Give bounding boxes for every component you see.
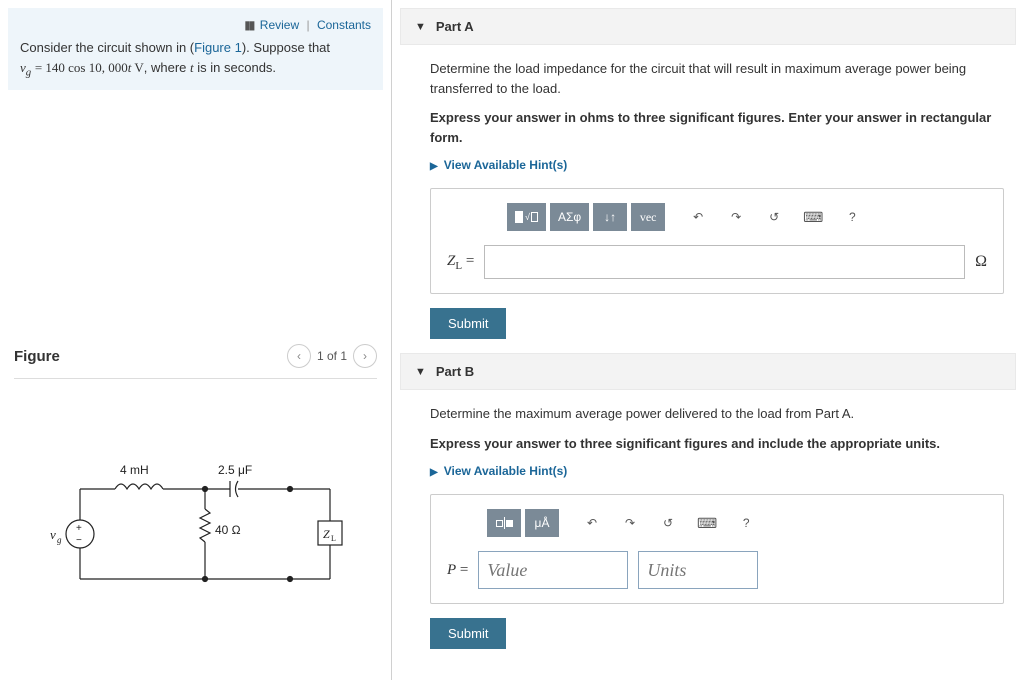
part-a-answer-area: √ ΑΣφ ↓↑ vec ↶ ↷ ↺ ⌨ ? ZL = (430, 188, 1004, 294)
sub-super-button[interactable]: ↓↑ (593, 203, 627, 231)
part-a-hints-toggle[interactable]: View Available Hint(s) (430, 158, 567, 172)
redo-button[interactable]: ↷ (613, 509, 647, 537)
circuit-diagram: + − (14, 449, 377, 602)
part-b-question: Determine the maximum average power deli… (430, 404, 1004, 424)
undo-button[interactable]: ↶ (681, 203, 715, 231)
part-a-submit-button[interactable]: Submit (430, 308, 506, 339)
vector-button[interactable]: vec (631, 203, 665, 231)
undo-button[interactable]: ↶ (575, 509, 609, 537)
reset-button[interactable]: ↺ (651, 509, 685, 537)
part-b-units-input[interactable] (638, 551, 758, 589)
svg-text:+: + (76, 523, 82, 534)
template-picker-button[interactable] (487, 509, 521, 537)
svg-text:40 Ω: 40 Ω (215, 523, 241, 537)
part-b-submit-button[interactable]: Submit (430, 618, 506, 649)
figure-pager: ‹ 1 of 1 › (287, 344, 377, 368)
part-b-hints-toggle[interactable]: View Available Hint(s) (430, 464, 567, 478)
part-a-header[interactable]: ▼ Part A (400, 8, 1016, 45)
caret-down-icon: ▼ (415, 366, 426, 378)
part-b-value-input[interactable] (478, 551, 628, 589)
part-b-lhs: P = (447, 562, 468, 579)
units-button[interactable]: μÅ (525, 509, 559, 537)
review-link[interactable]: Review (260, 18, 299, 32)
figure-1-link[interactable]: Figure 1 (194, 40, 242, 55)
part-a-lhs: ZL = (447, 253, 474, 272)
help-button[interactable]: ? (835, 203, 869, 231)
part-b-header[interactable]: ▼ Part B (400, 353, 1016, 390)
svg-text:Z: Z (323, 527, 330, 541)
svg-text:−: − (76, 535, 82, 546)
figure-next-button[interactable]: › (353, 344, 377, 368)
figure-prev-button[interactable]: ‹ (287, 344, 311, 368)
part-b-instruction: Express your answer to three significant… (430, 434, 1004, 454)
part-a-instruction: Express your answer in ohms to three sig… (430, 108, 1004, 147)
part-a-answer-input[interactable] (484, 245, 965, 279)
reset-button[interactable]: ↺ (757, 203, 791, 231)
svg-text:4 mH: 4 mH (120, 463, 149, 477)
keyboard-button[interactable]: ⌨ (689, 509, 725, 537)
svg-text:v: v (50, 527, 56, 542)
problem-statement: Consider the circuit shown in (Figure 1)… (20, 38, 371, 80)
figure-pager-text: 1 of 1 (317, 349, 347, 363)
figure-heading: Figure (14, 348, 60, 365)
constants-link[interactable]: Constants (317, 18, 371, 32)
help-button[interactable]: ? (729, 509, 763, 537)
part-a-unit: Ω (975, 253, 987, 271)
part-b-answer-area: μÅ ↶ ↷ ↺ ⌨ ? P = (430, 494, 1004, 604)
svg-text:g: g (57, 535, 62, 545)
caret-down-icon: ▼ (415, 21, 426, 33)
redo-button[interactable]: ↷ (719, 203, 753, 231)
part-a-question: Determine the load impedance for the cir… (430, 59, 1004, 98)
svg-text:L: L (331, 534, 336, 543)
greek-letters-button[interactable]: ΑΣφ (550, 203, 589, 231)
keyboard-button[interactable]: ⌨ (795, 203, 831, 231)
svg-text:2.5 μF: 2.5 μF (218, 463, 252, 477)
template-picker-button[interactable]: √ (507, 203, 546, 231)
